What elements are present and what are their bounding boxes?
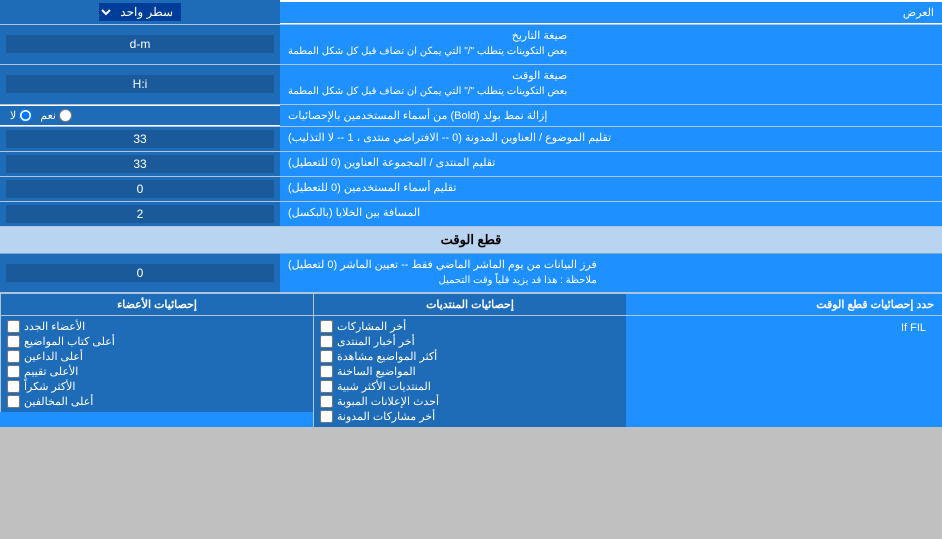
stats-content-row: If FIL أخر المشاركات أخر أخبار المنتدى أ…	[0, 316, 942, 427]
checkbox-members-3-input[interactable]	[7, 350, 20, 363]
checkbox-posts-3-input[interactable]	[320, 350, 333, 363]
checkbox-posts-7: أخر مشاركات المدونة	[320, 409, 620, 424]
stats-section: حدد إحصائيات قطع الوقت إحصائيات المنتديا…	[0, 293, 942, 427]
checkbox-posts-5: المنتديات الأكثر شبية	[320, 379, 620, 394]
date-format-row: صيغة التاريخبعض التكوينات يتطلب "/" التي…	[0, 25, 942, 65]
topics-headings-input-container	[0, 127, 280, 151]
header-label: العرض	[280, 2, 942, 23]
checkbox-posts-7-input[interactable]	[320, 410, 333, 423]
checkbox-posts-6-input[interactable]	[320, 395, 333, 408]
topics-headings-row: تقليم الموضوع / العناوين المدونة (0 -- ا…	[0, 127, 942, 152]
usernames-label: تقليم أسماء المستخدمين (0 للتعطيل)	[280, 177, 942, 201]
forum-headings-row: تقليم المنتدى / المجموعة العناوين (0 للت…	[0, 152, 942, 177]
stats-posts-col: أخر المشاركات أخر أخبار المنتدى أكثر الم…	[313, 316, 626, 427]
if-fil-text: If FIL	[634, 319, 934, 337]
checkbox-posts-2: أخر أخبار المنتدى	[320, 334, 620, 349]
cell-spacing-label: المسافة بين الخلايا (بالبكسل)	[280, 202, 942, 226]
header-row: العرض سطر واحد سطرين ثلاثة أسطر	[0, 0, 942, 25]
radio-no-label[interactable]: لا	[10, 109, 32, 122]
checkbox-posts-3: أكثر المواضيع مشاهدة	[320, 349, 620, 364]
checkbox-members-4-input[interactable]	[7, 365, 20, 378]
cut-input[interactable]	[6, 264, 274, 282]
checkbox-members-4: الأعلى تقييم	[7, 364, 307, 379]
checkbox-members-5-input[interactable]	[7, 380, 20, 393]
bold-radio-row: إزالة نمط بولد (Bold) من أسماء المستخدمي…	[0, 105, 942, 127]
cut-row: فرز البيانات من يوم الماشر الماضي فقط --…	[0, 254, 942, 294]
checkbox-posts-2-input[interactable]	[320, 335, 333, 348]
stats-right-header: حدد إحصائيات قطع الوقت	[626, 294, 942, 315]
time-format-row: صيغة الوقتبعض التكوينات يتطلب "/" التي ي…	[0, 65, 942, 105]
checkbox-members-1-input[interactable]	[7, 320, 20, 333]
checkbox-members-6: أعلى المخالفين	[7, 394, 307, 409]
checkbox-posts-5-input[interactable]	[320, 380, 333, 393]
radio-yes[interactable]	[59, 109, 72, 122]
checkbox-members-5: الأكثر شكراً	[7, 379, 307, 394]
date-format-input-container	[0, 25, 280, 64]
checkbox-posts-6: أحدث الإعلانات المبوبة	[320, 394, 620, 409]
stats-posts-header: إحصائيات المنتديات	[313, 294, 626, 315]
usernames-input[interactable]	[6, 180, 274, 198]
stats-members-header: إحصائيات الأعضاء	[0, 294, 313, 315]
checkbox-posts-4-input[interactable]	[320, 365, 333, 378]
usernames-row: تقليم أسماء المستخدمين (0 للتعطيل)	[0, 177, 942, 202]
checkbox-posts-4: المواضيع الساخنة	[320, 364, 620, 379]
stats-header-row: حدد إحصائيات قطع الوقت إحصائيات المنتديا…	[0, 294, 942, 316]
checkbox-posts-1: أخر المشاركات	[320, 319, 620, 334]
date-format-input[interactable]	[6, 35, 274, 53]
cell-spacing-row: المسافة بين الخلايا (بالبكسل)	[0, 202, 942, 227]
cut-section-header: قطع الوقت	[0, 227, 942, 254]
forum-headings-label: تقليم المنتدى / المجموعة العناوين (0 للت…	[280, 152, 942, 176]
forum-headings-input-container	[0, 152, 280, 176]
checkbox-members-2: أعلى كتاب المواضيع	[7, 334, 307, 349]
stats-right-col: If FIL	[626, 316, 942, 340]
forum-headings-input[interactable]	[6, 155, 274, 173]
checkbox-members-6-input[interactable]	[7, 395, 20, 408]
checkbox-posts-1-input[interactable]	[320, 320, 333, 333]
cell-spacing-input[interactable]	[6, 205, 274, 223]
cut-row-label: فرز البيانات من يوم الماشر الماضي فقط --…	[280, 254, 942, 293]
checkbox-members-2-input[interactable]	[7, 335, 20, 348]
time-format-input[interactable]	[6, 75, 274, 93]
stats-members-col: الأعضاء الجدد أعلى كتاب المواضيع أعلى ال…	[0, 316, 313, 412]
checkbox-members-1: الأعضاء الجدد	[7, 319, 307, 334]
checkbox-members-3: أعلى الداعين	[7, 349, 307, 364]
header-select-container: سطر واحد سطرين ثلاثة أسطر	[0, 0, 280, 24]
cut-input-container	[0, 254, 280, 293]
radio-no[interactable]	[19, 109, 32, 122]
main-container: العرض سطر واحد سطرين ثلاثة أسطر صيغة الت…	[0, 0, 942, 427]
topics-headings-label: تقليم الموضوع / العناوين المدونة (0 -- ا…	[280, 127, 942, 151]
bold-label: إزالة نمط بولد (Bold) من أسماء المستخدمي…	[280, 105, 942, 126]
display-select[interactable]: سطر واحد سطرين ثلاثة أسطر	[99, 3, 181, 21]
bold-radio-container: نعم لا	[0, 106, 280, 125]
radio-yes-label[interactable]: نعم	[40, 109, 72, 122]
topics-headings-input[interactable]	[6, 130, 274, 148]
date-format-label: صيغة التاريخبعض التكوينات يتطلب "/" التي…	[280, 25, 942, 64]
cell-spacing-input-container	[0, 202, 280, 226]
time-format-label: صيغة الوقتبعض التكوينات يتطلب "/" التي ي…	[280, 65, 942, 104]
time-format-input-container	[0, 65, 280, 104]
usernames-input-container	[0, 177, 280, 201]
